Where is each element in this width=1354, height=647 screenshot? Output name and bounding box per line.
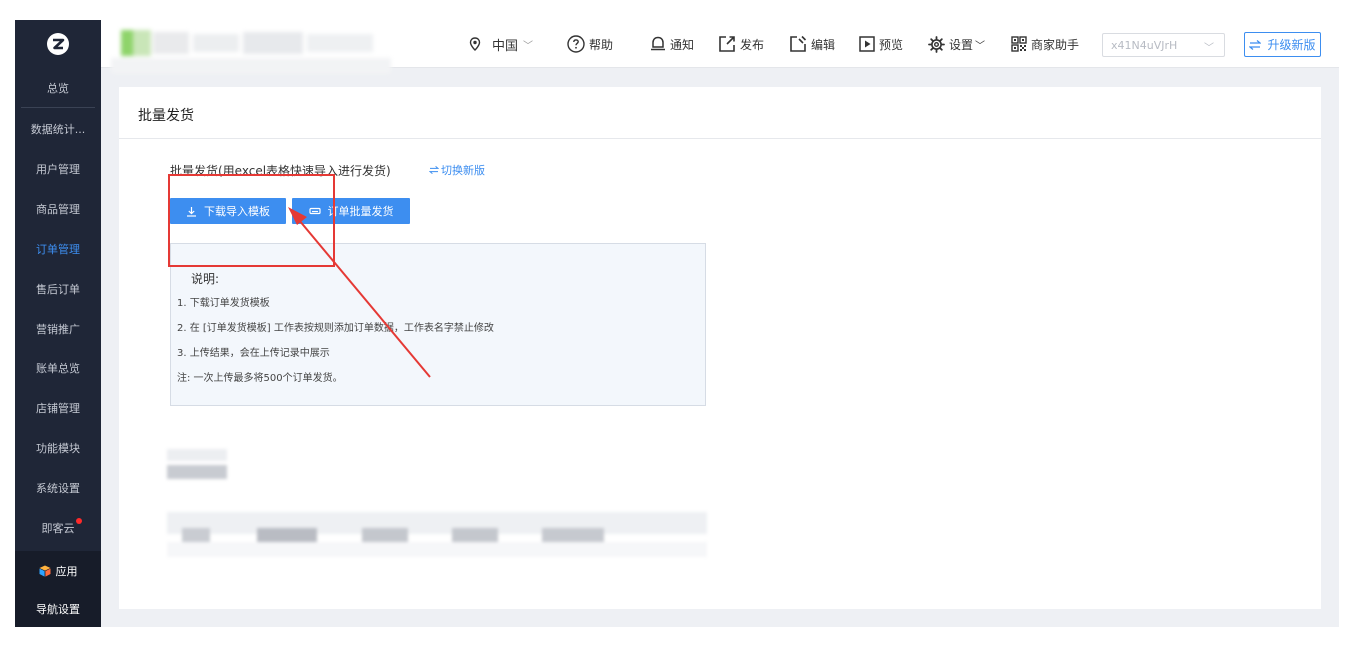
- chevron-down-icon: ﹀: [1204, 43, 1214, 54]
- sidebar-item-orders[interactable]: 订单管理: [15, 229, 101, 269]
- page-title: 批量发货: [138, 108, 194, 124]
- instruction-line: 3. 上传结果，会在上传记录中展示: [177, 348, 330, 359]
- sidebar-item-products[interactable]: 商品管理: [15, 189, 101, 229]
- sidebar-item-label: 系统设置: [36, 482, 80, 495]
- bell-icon: [651, 36, 665, 51]
- sidebar-item-label: 功能模块: [36, 442, 80, 455]
- sidebar-item-overview[interactable]: 总览: [21, 68, 95, 108]
- sidebar-item-label: 订单管理: [36, 243, 80, 256]
- download-template-label: 下载导入模板: [204, 205, 270, 218]
- gear-icon: [928, 35, 945, 53]
- merchant-assistant-button[interactable]: 商家助手: [1011, 33, 1079, 55]
- notification-label: 通知: [670, 37, 695, 52]
- publish-button[interactable]: 发布: [718, 33, 764, 55]
- sidebar-item-apps[interactable]: 应用: [15, 551, 101, 591]
- store-select-value: x41N4uVJrH: [1111, 38, 1178, 52]
- store-select[interactable]: x41N4uVJrH ﹀: [1102, 33, 1225, 57]
- sidebar-item-label: 商品管理: [36, 203, 80, 216]
- qr-code-icon: [1011, 36, 1027, 52]
- swap-icon: [1249, 39, 1262, 50]
- app-window: 总览 数据统计... 用户管理 商品管理 订单管理 售后订单 营销推广 账单总览…: [15, 20, 1339, 627]
- sidebar-item-label: 店铺管理: [36, 402, 80, 415]
- region-selector[interactable]: 中国 ﹀: [468, 33, 533, 55]
- upgrade-button[interactable]: 升级新版: [1244, 32, 1321, 57]
- region-label: 中国: [492, 38, 519, 54]
- sidebar: 总览 数据统计... 用户管理 商品管理 订单管理 售后订单 营销推广 账单总览…: [15, 20, 101, 627]
- chevron-down-icon: ﹀: [975, 40, 986, 52]
- app-logo[interactable]: [15, 20, 101, 68]
- cube-icon: [39, 565, 50, 577]
- batch-ship-button[interactable]: 订单批量发货: [292, 198, 410, 224]
- sidebar-item-label: 营销推广: [36, 323, 80, 336]
- sidebar-item-label: 导航设置: [36, 603, 80, 616]
- preview-label: 预览: [879, 37, 904, 52]
- settings-label: 设置: [949, 37, 974, 52]
- batch-shipping-card: 批量发货 批量发货(用excel表格快速导入进行发货) 切换新版 下载导入模板 …: [119, 87, 1321, 609]
- top-header: 中国 ﹀ 帮助 通知 发布 编辑 预览 设置 ﹀ 商家助手 x41N4uVJrH…: [101, 20, 1339, 74]
- upgrade-label: 升级新版: [1267, 38, 1316, 52]
- switch-new-version-link[interactable]: 切换新版: [428, 162, 485, 178]
- edit-button[interactable]: 编辑: [789, 33, 835, 55]
- instructions-title: 说明:: [191, 272, 220, 286]
- merchant-assistant-label: 商家助手: [1031, 37, 1080, 52]
- sidebar-item-after-sales[interactable]: 售后订单: [15, 269, 101, 309]
- print-icon: [308, 207, 321, 215]
- sidebar-item-label: 数据统计...: [30, 123, 86, 136]
- sidebar-item-label: 即客云: [41, 522, 75, 535]
- edit-icon: [790, 35, 807, 52]
- help-button[interactable]: 帮助: [567, 33, 613, 55]
- sidebar-item-nav-settings[interactable]: 导航设置: [15, 591, 101, 627]
- edit-label: 编辑: [811, 37, 836, 52]
- help-label: 帮助: [589, 37, 614, 52]
- switch-link-label: 切换新版: [441, 164, 485, 177]
- publish-icon: [719, 36, 735, 52]
- sidebar-item-label: 用户管理: [36, 163, 80, 176]
- instruction-line: 2. 在 [订单发货模板] 工作表按规则添加订单数据，工作表名字禁止修改: [177, 323, 494, 334]
- sidebar-item-statistics[interactable]: 数据统计...: [15, 109, 101, 149]
- sidebar-item-system-settings[interactable]: 系统设置: [15, 468, 101, 508]
- notification-dot: [76, 518, 82, 524]
- preview-button[interactable]: 预览: [859, 33, 903, 55]
- chevron-down-icon: ﹀: [523, 40, 534, 52]
- sidebar-item-label: 账单总览: [36, 362, 80, 375]
- download-template-button[interactable]: 下载导入模板: [170, 198, 286, 224]
- upload-records-table-redacted: [167, 512, 707, 557]
- instruction-line: 1. 下载订单发货模板: [177, 298, 270, 309]
- sidebar-item-marketing[interactable]: 营销推广: [15, 309, 101, 349]
- help-icon: [567, 35, 585, 53]
- divider: [119, 138, 1321, 139]
- sidebar-item-label: 总览: [47, 81, 69, 95]
- swap-icon: [428, 166, 440, 174]
- download-icon: [187, 206, 196, 217]
- sidebar-item-modules[interactable]: 功能模块: [15, 428, 101, 468]
- upload-records-heading-redacted: [167, 449, 237, 483]
- sidebar-item-label: 售后订单: [36, 283, 80, 296]
- logo-icon: [47, 33, 69, 55]
- sidebar-item-label: 应用: [55, 565, 78, 578]
- sidebar-item-users[interactable]: 用户管理: [15, 149, 101, 189]
- settings-dropdown[interactable]: 设置 ﹀: [928, 33, 985, 55]
- sidebar-item-store[interactable]: 店铺管理: [15, 388, 101, 428]
- location-pin-icon: [469, 37, 481, 51]
- sidebar-item-jikeyun[interactable]: 即客云: [15, 508, 101, 548]
- intro-text: 批量发货(用excel表格快速导入进行发货): [170, 164, 391, 178]
- instruction-line: 注: 一次上传最多将500个订单发货。: [177, 373, 343, 384]
- notification-button[interactable]: 通知: [650, 33, 694, 55]
- batch-ship-label: 订单批量发货: [327, 205, 394, 218]
- play-preview-icon: [859, 36, 875, 52]
- sidebar-item-billing[interactable]: 账单总览: [15, 348, 101, 388]
- store-logo-redacted: [111, 30, 391, 76]
- instructions-box: 说明: 1. 下载订单发货模板 2. 在 [订单发货模板] 工作表按规则添加订单…: [170, 243, 706, 406]
- publish-label: 发布: [740, 37, 765, 52]
